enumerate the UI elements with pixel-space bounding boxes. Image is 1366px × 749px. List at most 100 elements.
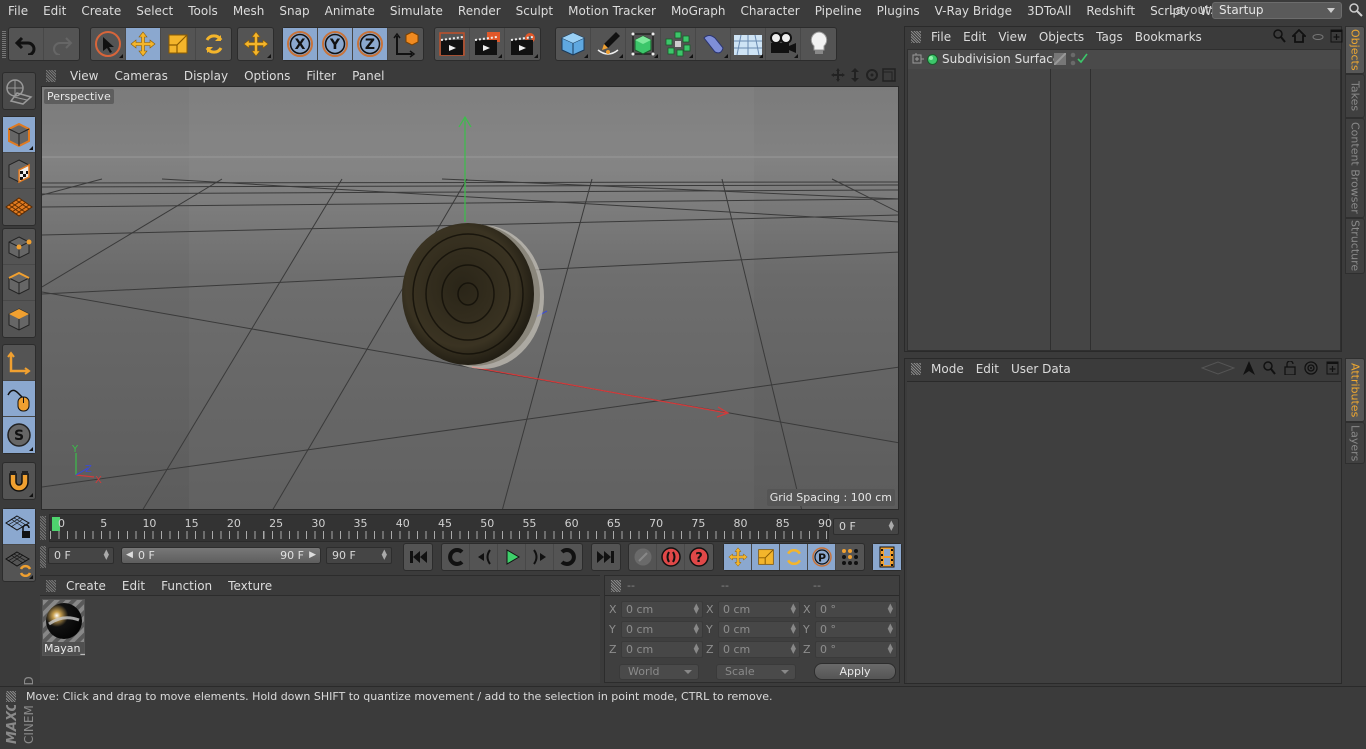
- position-x-field[interactable]: 0 cm ▲ ▼: [621, 601, 703, 618]
- back-forward-icon[interactable]: [1201, 361, 1235, 375]
- enabled-checkmark-icon[interactable]: [1077, 53, 1088, 64]
- menu-motion-tracker[interactable]: Motion Tracker: [560, 4, 663, 18]
- attribute-manager-grip[interactable]: [911, 363, 921, 375]
- undo-button[interactable]: [9, 28, 44, 60]
- live-selection-button[interactable]: [91, 28, 126, 60]
- orbit-view-icon[interactable]: [865, 68, 879, 82]
- material-menu-create[interactable]: Create: [58, 579, 114, 593]
- viewport-menu-display[interactable]: Display: [176, 69, 236, 83]
- menu-edit[interactable]: Edit: [35, 4, 73, 18]
- add-deformer-button[interactable]: [696, 28, 731, 60]
- previous-frame-button[interactable]: [470, 544, 498, 570]
- start-frame-field[interactable]: 0 F ▲ ▼: [48, 547, 114, 564]
- object-name[interactable]: Subdivision Surface: [942, 52, 1060, 66]
- search-icon[interactable]: [1273, 29, 1286, 43]
- new-panel-icon[interactable]: [1330, 29, 1343, 43]
- move-tool-button[interactable]: [126, 28, 161, 60]
- preview-range-slider[interactable]: ◀ 0 F 90 F ▶: [121, 547, 321, 564]
- menu-redshift[interactable]: Redshift: [1078, 4, 1142, 18]
- viewport-menu-options[interactable]: Options: [236, 69, 298, 83]
- objects-menu-bookmarks[interactable]: Bookmarks: [1135, 30, 1210, 44]
- object-row[interactable]: Subdivision Surface: [908, 50, 1340, 69]
- objects-menu-tags[interactable]: Tags: [1096, 30, 1131, 44]
- search-icon[interactable]: [1349, 3, 1363, 17]
- attributes-menu-mode[interactable]: Mode: [931, 362, 972, 376]
- rotate-tool-button[interactable]: [196, 28, 231, 60]
- texture-mode-button[interactable]: [3, 153, 35, 189]
- apply-button[interactable]: Apply: [814, 663, 896, 680]
- polygons-mode-button[interactable]: [3, 301, 35, 337]
- tab-content-browser[interactable]: Content Browser: [1345, 118, 1365, 218]
- size-y-field[interactable]: 0 cm ▲ ▼: [718, 621, 800, 638]
- goto-start-button[interactable]: [404, 544, 432, 570]
- rotation-y-field[interactable]: 0 ° ▲ ▼: [815, 621, 897, 638]
- menu-sculpt[interactable]: Sculpt: [508, 4, 560, 18]
- key-rotation-button[interactable]: [780, 544, 808, 570]
- recent-tool-button[interactable]: [238, 28, 273, 60]
- play-forward-button[interactable]: [498, 544, 526, 570]
- make-editable-button[interactable]: [3, 73, 35, 109]
- menu-character[interactable]: Character: [732, 4, 806, 18]
- snap-button[interactable]: [3, 463, 35, 499]
- material-thumbnail[interactable]: Mayan_C: [42, 599, 85, 656]
- record-active-objects-button[interactable]: [629, 544, 657, 570]
- tab-attributes[interactable]: Attributes: [1345, 358, 1365, 422]
- end-frame-field[interactable]: 90 F ▲ ▼: [326, 547, 392, 564]
- viewport-menu-view[interactable]: View: [62, 69, 106, 83]
- range-left-arrow-icon[interactable]: ◀: [126, 548, 133, 563]
- add-subdivision-button[interactable]: [626, 28, 661, 60]
- tab-takes[interactable]: Takes: [1345, 74, 1365, 118]
- z-axis-lock-button[interactable]: Z: [353, 28, 388, 60]
- menu-select[interactable]: Select: [128, 4, 180, 18]
- pan-view-icon[interactable]: [831, 68, 845, 82]
- coordinate-system-button[interactable]: [388, 28, 423, 60]
- render-settings-button[interactable]: [505, 28, 540, 60]
- layer-color-icon[interactable]: [1054, 53, 1066, 65]
- goto-next-key-button[interactable]: [554, 544, 582, 570]
- position-y-field[interactable]: 0 cm ▲ ▼: [621, 621, 703, 638]
- menu-mesh[interactable]: Mesh: [225, 4, 272, 18]
- 3d-viewport[interactable]: Y Z X Perspective Grid Spacing : 100 cm: [41, 86, 899, 510]
- y-axis-lock-button[interactable]: Y: [318, 28, 353, 60]
- maximize-view-icon[interactable]: [882, 68, 896, 82]
- coordinates-grip[interactable]: [611, 580, 621, 592]
- transport-grip[interactable]: [40, 546, 46, 568]
- x-axis-lock-button[interactable]: X: [283, 28, 318, 60]
- menu-tools[interactable]: Tools: [180, 4, 225, 18]
- material-grip[interactable]: [46, 580, 56, 592]
- model-mode-button[interactable]: [3, 117, 35, 153]
- tweak-mode-button[interactable]: [3, 381, 35, 417]
- add-floor-button[interactable]: [731, 28, 766, 60]
- keyframe-selection-button[interactable]: ?: [685, 544, 713, 570]
- menu-animate[interactable]: Animate: [317, 4, 382, 18]
- viewport-menu-panel[interactable]: Panel: [344, 69, 392, 83]
- objects-menu-edit[interactable]: Edit: [963, 30, 994, 44]
- search-icon[interactable]: [1263, 361, 1276, 375]
- timeline-grip[interactable]: [40, 516, 46, 540]
- add-cloner-button[interactable]: [661, 28, 696, 60]
- tab-structure[interactable]: Structure: [1345, 218, 1365, 274]
- menu-render[interactable]: Render: [450, 4, 508, 18]
- camera-label[interactable]: Perspective: [44, 89, 114, 104]
- objects-menu-view[interactable]: View: [998, 30, 1034, 44]
- size-x-field[interactable]: 0 cm ▲ ▼: [718, 601, 800, 618]
- menu-create[interactable]: Create: [73, 4, 128, 18]
- material-menu-texture[interactable]: Texture: [220, 579, 280, 593]
- menu-mograph[interactable]: MoGraph: [663, 4, 733, 18]
- rotation-x-field[interactable]: 0 ° ▲ ▼: [815, 601, 897, 618]
- goto-end-button[interactable]: [592, 544, 620, 570]
- rotation-z-field[interactable]: 0 ° ▲ ▼: [815, 641, 897, 658]
- new-panel-icon[interactable]: [1326, 361, 1339, 375]
- attributes-menu-user-data[interactable]: User Data: [1011, 362, 1079, 376]
- workplane-mode-button[interactable]: [3, 189, 35, 225]
- hierarchy-icon[interactable]: [1312, 29, 1324, 43]
- tab-layers[interactable]: Layers: [1345, 422, 1365, 464]
- material-menu-edit[interactable]: Edit: [114, 579, 153, 593]
- scale-tool-button[interactable]: [161, 28, 196, 60]
- menu-file[interactable]: File: [0, 4, 35, 18]
- key-parameter-button[interactable]: P: [808, 544, 836, 570]
- material-menu-function[interactable]: Function: [153, 579, 220, 593]
- tab-objects[interactable]: Objects: [1345, 26, 1365, 74]
- menu-3dtoall[interactable]: 3DToAll: [1019, 4, 1078, 18]
- object-manager-grip[interactable]: [911, 31, 921, 43]
